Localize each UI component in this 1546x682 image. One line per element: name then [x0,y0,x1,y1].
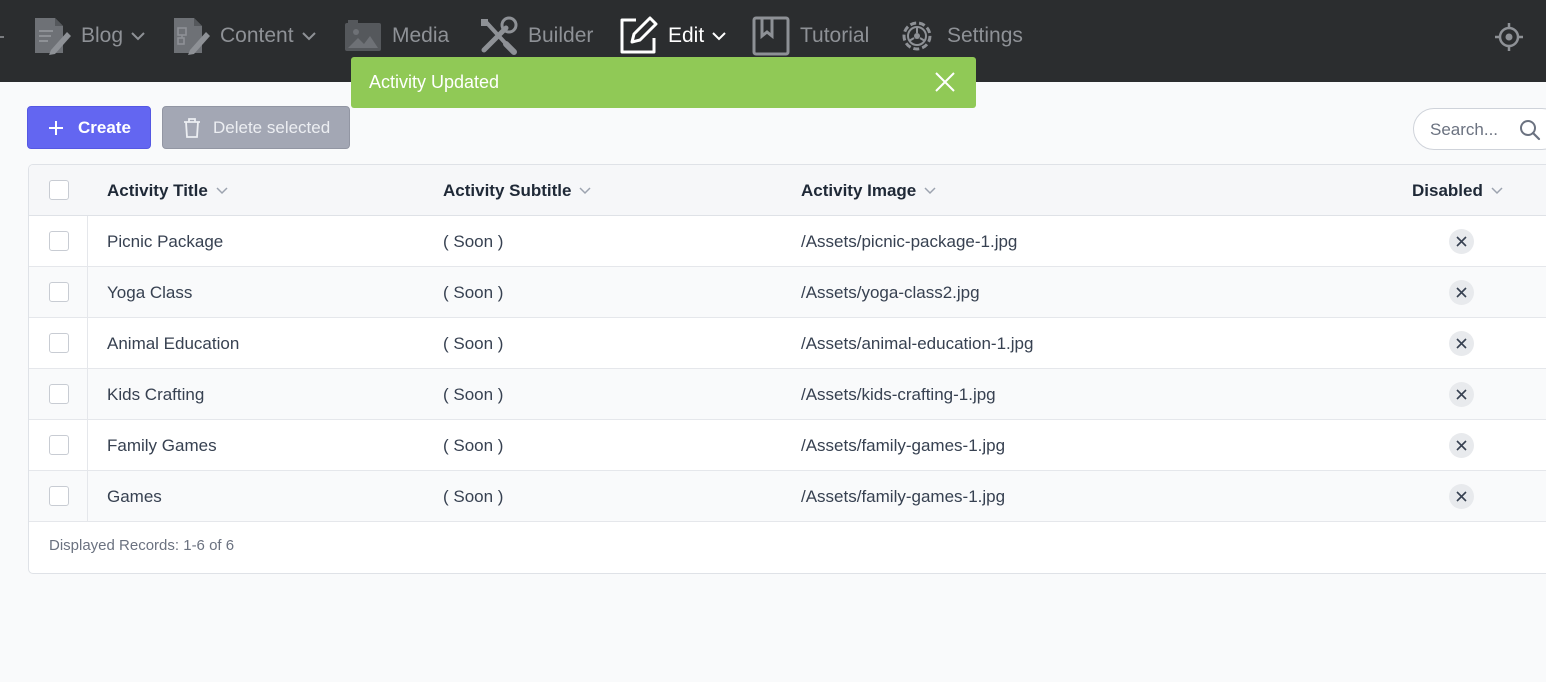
cell-title: Animal Education [107,333,240,353]
column-image-label: Activity Image [801,180,917,200]
disabled-false-icon [1449,484,1474,509]
nav-item-builder[interactable]: Builder [478,14,593,58]
nav-item-tutorial[interactable]: Tutorial [752,14,869,58]
cell-subtitle: ( Soon ) [443,486,504,506]
row-checkbox[interactable] [49,435,69,455]
search-input[interactable] [1430,118,1520,142]
cell-image: /Assets/animal-education-1.jpg [801,333,1034,353]
trash-icon [184,117,200,138]
chevron-down-icon [301,32,316,41]
column-header-subtitle[interactable]: Activity Subtitle [443,165,591,216]
table-row[interactable]: Picnic Package ( Soon ) /Assets/picnic-p… [29,216,1546,267]
column-title-label: Activity Title [107,180,208,200]
nav-label-builder: Builder [528,24,594,47]
cell-image: /Assets/kids-crafting-1.jpg [801,384,996,404]
table-row[interactable]: Games ( Soon ) /Assets/family-games-1.jp… [29,471,1546,522]
nav-item-content[interactable]: Content [172,14,316,58]
tutorial-bookmark-icon [752,16,790,56]
nav-item-edit[interactable]: Edit [618,14,726,58]
column-disabled-label: Disabled [1412,180,1483,200]
chevron-down-icon [131,32,145,41]
table-header: Activity Title Activity Subtitle Activit… [29,165,1546,216]
cell-subtitle: ( Soon ) [443,333,504,353]
records-count: Displayed Records: 1-6 of 6 [49,537,235,554]
nav-label-blog: Blog [81,24,124,47]
nav-label-content: Content [220,24,294,47]
selection-column-divider [87,216,88,522]
cell-title: Family Games [107,435,217,455]
row-checkbox[interactable] [49,384,69,404]
nav-label-tutorial: Tutorial [800,24,870,47]
nav-item-settings[interactable]: Settings [897,14,1023,58]
blog-document-icon [35,18,71,55]
success-toast: Activity Updated [351,57,976,108]
search-box [1413,108,1546,150]
cell-subtitle: ( Soon ) [443,231,504,251]
delete-selected-button[interactable]: Delete selected [162,106,350,149]
cell-title: Picnic Package [107,231,224,251]
toast-message: Activity Updated [369,72,500,92]
create-button[interactable]: Create [27,106,151,149]
plus-icon [49,120,63,135]
cell-image: /Assets/family-games-1.jpg [801,435,1006,455]
sort-chevron-icon [924,186,936,194]
row-checkbox[interactable] [49,231,69,251]
delete-button-label: Delete selected [213,117,331,137]
media-image-icon [345,20,381,51]
disabled-false-icon [1449,280,1474,305]
table-row[interactable]: Family Games ( Soon ) /Assets/family-gam… [29,420,1546,471]
sort-chevron-icon [1491,186,1503,194]
nav-label-edit: Edit [668,24,705,47]
column-subtitle-label: Activity Subtitle [443,180,572,200]
nav-overflow-mark [0,36,4,38]
locate-crosshair-icon[interactable] [1494,22,1524,52]
row-checkbox[interactable] [49,333,69,353]
settings-gear-icon [902,21,932,51]
cell-image: /Assets/picnic-package-1.jpg [801,231,1018,251]
table-row[interactable]: Kids Crafting ( Soon ) /Assets/kids-craf… [29,369,1546,420]
row-checkbox[interactable] [49,486,69,506]
select-all-checkbox[interactable] [49,180,69,200]
disabled-false-icon [1449,229,1474,254]
column-header-disabled[interactable]: Disabled [1412,165,1503,216]
row-checkbox[interactable] [49,282,69,302]
table-row[interactable]: Yoga Class ( Soon ) /Assets/yoga-class2.… [29,267,1546,318]
activities-table: Activity Title Activity Subtitle Activit… [28,164,1546,574]
table-row[interactable]: Animal Education ( Soon ) /Assets/animal… [29,318,1546,369]
close-icon[interactable] [934,71,956,93]
edit-pencil-icon [620,16,658,54]
disabled-false-icon [1449,382,1474,407]
cell-title: Yoga Class [107,282,193,302]
create-button-label: Create [78,117,131,137]
cell-subtitle: ( Soon ) [443,435,504,455]
chevron-down-icon [712,32,726,41]
content-document-icon [174,18,210,55]
cell-subtitle: ( Soon ) [443,384,504,404]
sort-chevron-icon [216,186,228,194]
disabled-false-icon [1449,331,1474,356]
column-header-image[interactable]: Activity Image [801,165,936,216]
builder-tools-icon [481,16,518,55]
column-header-title[interactable]: Activity Title [107,165,228,216]
nav-item-media[interactable]: Media [344,14,449,58]
cell-subtitle: ( Soon ) [443,282,504,302]
disabled-false-icon [1449,433,1474,458]
search-icon[interactable] [1519,119,1541,141]
nav-item-blog[interactable]: Blog [33,14,145,58]
cell-title: Games [107,486,162,506]
nav-label-media: Media [392,24,450,47]
nav-label-settings: Settings [947,24,1023,47]
sort-chevron-icon [579,186,591,194]
cell-title: Kids Crafting [107,384,205,404]
cell-image: /Assets/family-games-1.jpg [801,486,1006,506]
cell-image: /Assets/yoga-class2.jpg [801,282,980,302]
